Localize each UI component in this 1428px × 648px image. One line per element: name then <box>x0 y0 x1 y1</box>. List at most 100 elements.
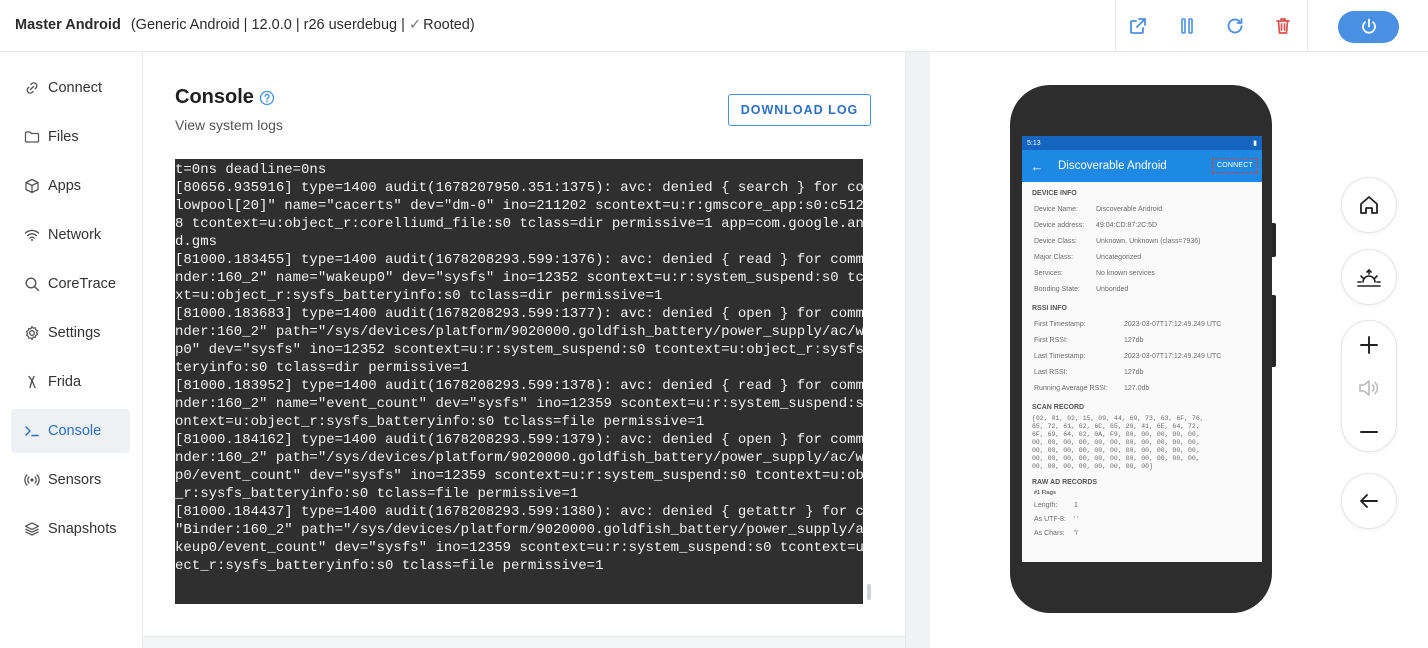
log-line: teryinfo:s0 tclass=dir permissive=1 <box>175 360 470 376</box>
log-scrollbar[interactable] <box>867 584 871 600</box>
delete-device-button[interactable] <box>1271 14 1295 38</box>
sidebar-item-label: Apps <box>48 178 82 194</box>
log-line: nder:160_2" name="wakeup0" dev="sysfs" i… <box>175 270 863 286</box>
sensor-icon <box>23 472 40 489</box>
info-row: Services: No known services <box>1022 265 1262 281</box>
sidebar-item-frida[interactable]: Frida <box>11 360 130 404</box>
info-value: 49:04:CD:87:2C:5D <box>1096 221 1158 229</box>
info-key: Running Average RSSI: <box>1034 384 1108 392</box>
sidebar-item-files[interactable]: Files <box>11 115 130 159</box>
device-info: (Generic Android | 12.0.0 | r26 userdebu… <box>130 17 405 33</box>
toolbar-divider <box>1307 0 1308 52</box>
main-scroll-track <box>143 636 905 648</box>
scan-line: 65, 72, 61, 62, 6C, 65, 20, 41, 6E, 64, … <box>1032 423 1200 430</box>
sidebar-item-label: Files <box>48 129 79 145</box>
sidebar-item-connect[interactable]: Connect <box>11 66 130 110</box>
sidebar-item-coretrace[interactable]: CoreTrace <box>11 262 130 306</box>
plus-icon <box>1360 336 1378 354</box>
frida-icon <box>23 374 40 391</box>
console-log[interactable]: t=0ns deadline=0ns [80656.935916] type=14… <box>175 159 863 604</box>
restart-button[interactable] <box>1223 14 1247 38</box>
sidebar-item-settings[interactable]: Settings <box>11 311 130 355</box>
sidebar-item-label: Network <box>48 227 102 243</box>
info-value: 127db <box>1124 336 1144 344</box>
arrow-left-icon <box>1355 487 1383 515</box>
device-panel: 5:13 ▮ ← Discoverable Android CONNECT DE… <box>930 52 1428 648</box>
power-button[interactable] <box>1338 11 1399 43</box>
log-line: [81000.183455] type=1400 audit(167820829… <box>175 252 863 268</box>
info-key: Last Timestamp: <box>1034 352 1086 360</box>
open-external-button[interactable] <box>1126 14 1150 38</box>
download-log-button[interactable]: DOWNLOAD LOG <box>728 94 871 126</box>
info-value: 127.0db <box>1124 384 1150 392</box>
pause-icon <box>1181 18 1193 34</box>
home-button[interactable] <box>1341 177 1397 233</box>
sunrise-icon <box>1355 263 1383 291</box>
info-key: Major Class: <box>1034 253 1073 261</box>
info-row: As UTF-8: ' ' <box>1022 512 1262 526</box>
folder-icon <box>23 129 40 146</box>
log-line: xt=u:object_r:sysfs_batteryinfo:s0 tclas… <box>175 288 663 304</box>
scan-line: 6F, 69, 64, 02, 0A, F9, 00, 00, 00, 00, … <box>1032 431 1200 438</box>
log-line: 8 tcontext=u:object_r:corelliumd_file:s0… <box>175 216 863 232</box>
sidebar-item-sensors[interactable]: Sensors <box>11 458 130 502</box>
sidebar-item-console[interactable]: Console <box>11 409 130 453</box>
info-value: Discoverable Android <box>1096 205 1163 213</box>
info-value: ' ' <box>1074 515 1079 523</box>
scan-line: [02, 01, 02, 15, 09, 44, 69, 73, 63, 6F,… <box>1032 415 1204 422</box>
volume-up-button[interactable] <box>1355 331 1383 359</box>
scan-line: 00, 00, 00, 00, 00, 00, 00, 00, 00, 00, … <box>1032 455 1200 462</box>
sidebar-item-snapshots[interactable]: Snapshots <box>11 507 130 551</box>
connect-button[interactable]: CONNECT <box>1211 158 1258 173</box>
log-line: ect_r:sysfs_batteryinfo:s0 tclass=file p… <box>175 558 604 574</box>
info-row: Device Name: Discoverable Android <box>1022 201 1262 217</box>
log-line: keup0/event_count" dev="sysfs" ino=12359… <box>175 540 863 556</box>
log-line: lowpool[20]" name="cacerts" dev="dm-0" i… <box>175 198 863 214</box>
info-value: Unbonded <box>1096 285 1129 293</box>
section-header: SCAN RECORD <box>1032 404 1085 411</box>
brightness-button[interactable] <box>1341 249 1397 305</box>
scan-line: 00, 00, 00, 00, 00, 00, 00, 00, 00, 00, … <box>1032 439 1200 446</box>
sidebar-item-apps[interactable]: Apps <box>11 164 130 208</box>
sidebar-item-label: Connect <box>48 80 103 96</box>
device-screen[interactable]: 5:13 ▮ ← Discoverable Android CONNECT DE… <box>1022 136 1262 562</box>
info-value: Unknown, Unknown (class=7936) <box>1096 237 1201 245</box>
log-line: [81000.184437] type=1400 audit(167820829… <box>175 504 863 520</box>
log-line: [80656.935916] type=1400 audit(167820795… <box>175 180 863 196</box>
back-button[interactable] <box>1341 473 1397 529</box>
volume-down-button[interactable] <box>1355 418 1383 446</box>
info-row: First Timestamp: 2023-03-07T17:12:49.249 … <box>1022 316 1262 332</box>
page-title: Console <box>175 86 254 108</box>
log-line: [81000.184162] type=1400 audit(167820829… <box>175 432 863 448</box>
battery-icon: ▮ <box>1253 140 1257 147</box>
wifi-icon <box>23 227 40 244</box>
pause-button[interactable] <box>1175 14 1199 38</box>
volume-mute-button[interactable] <box>1355 374 1383 402</box>
power-key[interactable] <box>1272 223 1276 257</box>
device-name: Master Android <box>15 17 121 33</box>
info-key: Services: <box>1034 269 1063 277</box>
scan-record: [02, 01, 02, 15, 09, 44, 69, 73, 63, 6F,… <box>1022 415 1262 471</box>
info-value: 2023-03-07T17:12:49.249 UTC <box>1124 352 1222 360</box>
sidebar-item-label: Console <box>48 423 102 439</box>
volume-keys[interactable] <box>1272 295 1276 367</box>
scan-line: 00, 00, 00, 00, 00, 00, 00, 00] <box>1032 463 1153 470</box>
section-header: RSSI INFO <box>1032 305 1068 312</box>
info-row: As Chars: '\' <box>1022 526 1262 540</box>
log-line: d.gms <box>175 234 218 250</box>
panel-divider[interactable] <box>905 52 930 648</box>
log-line: nder:160_2" path="/sys/devices/platform/… <box>175 450 863 466</box>
info-row: Length: 1 <box>1022 498 1262 512</box>
info-row: Last RSSI: 127db <box>1022 364 1262 380</box>
info-row: Last Timestamp: 2023-03-07T17:12:49.249 U… <box>1022 348 1262 364</box>
external-link-icon <box>1130 18 1146 34</box>
device-frame: 5:13 ▮ ← Discoverable Android CONNECT DE… <box>1010 85 1276 613</box>
sidebar-item-network[interactable]: Network <box>11 213 130 257</box>
subsection-header: #1 Flags <box>1034 490 1057 496</box>
log-line: p0/event_count" dev="sysfs" ino=12359 sc… <box>175 468 863 484</box>
info-row: Device address: 49:04:CD:87:2C:5D <box>1022 217 1262 233</box>
info-value: 1 <box>1074 501 1078 509</box>
refresh-icon <box>1227 18 1243 34</box>
arrow-left-icon[interactable]: ← <box>1022 159 1052 174</box>
help-icon[interactable] <box>259 90 275 106</box>
